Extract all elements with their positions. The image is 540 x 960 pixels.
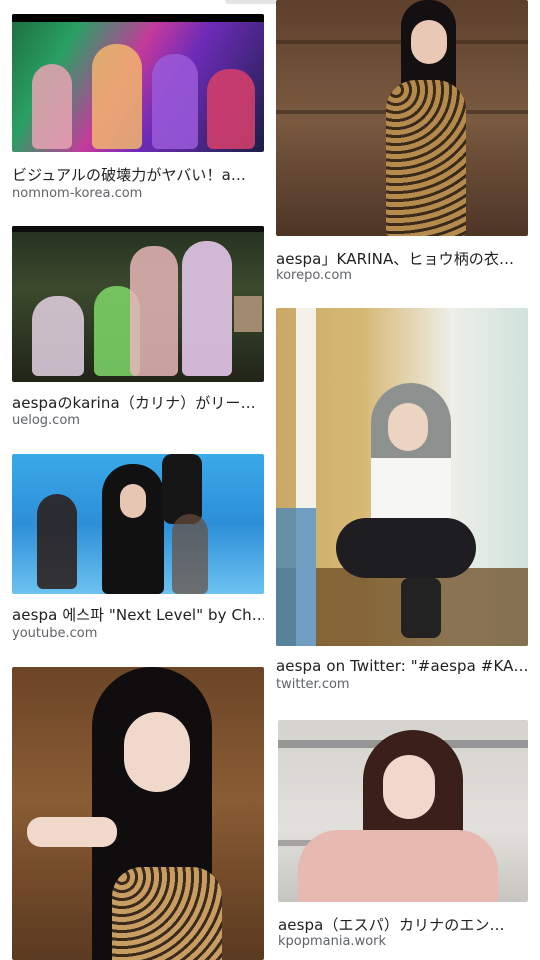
result-source: nomnom-korea.com: [12, 186, 143, 201]
result-card[interactable]: [12, 667, 264, 960]
result-image[interactable]: [278, 720, 528, 902]
result-source: twitter.com: [276, 677, 350, 692]
result-image[interactable]: [12, 454, 264, 594]
result-title[interactable]: aespa（エスパ）カリナのエン…: [278, 914, 528, 935]
result-card[interactable]: ビジュアルの破壊力がヤバい！a… nomnom-korea.com: [12, 14, 264, 204]
result-source: youtube.com: [12, 626, 98, 641]
result-card[interactable]: aespa（エスパ）カリナのエン… kpopmania.work: [278, 720, 528, 960]
result-card[interactable]: aespaのkarina（カリナ）がリー… uelog.com: [12, 226, 264, 431]
result-image[interactable]: [276, 308, 528, 646]
result-source: kpopmania.work: [278, 934, 387, 949]
result-card[interactable]: aespa 에스파 "Next Level" by Ch… youtube.co…: [12, 454, 264, 646]
result-title[interactable]: aespa on Twitter: "#aespa #KA…: [276, 657, 528, 675]
result-title[interactable]: aespa」KARINA、ヒョウ柄の衣…: [276, 248, 528, 269]
result-title[interactable]: aespaのkarina（カリナ）がリー…: [12, 392, 264, 413]
result-title[interactable]: ビジュアルの破壊力がヤバい！a…: [12, 164, 264, 185]
result-card[interactable]: aespa on Twitter: "#aespa #KA… twitter.c…: [276, 308, 528, 698]
result-card[interactable]: aespa」KARINA、ヒョウ柄の衣… korepo.com: [276, 0, 528, 290]
result-source: uelog.com: [12, 413, 80, 428]
result-image[interactable]: [276, 0, 528, 236]
result-image[interactable]: [12, 226, 264, 382]
result-image[interactable]: [12, 14, 264, 152]
result-source: korepo.com: [276, 268, 352, 283]
result-title[interactable]: aespa 에스파 "Next Level" by Ch…: [12, 604, 264, 625]
result-image[interactable]: [12, 667, 264, 960]
